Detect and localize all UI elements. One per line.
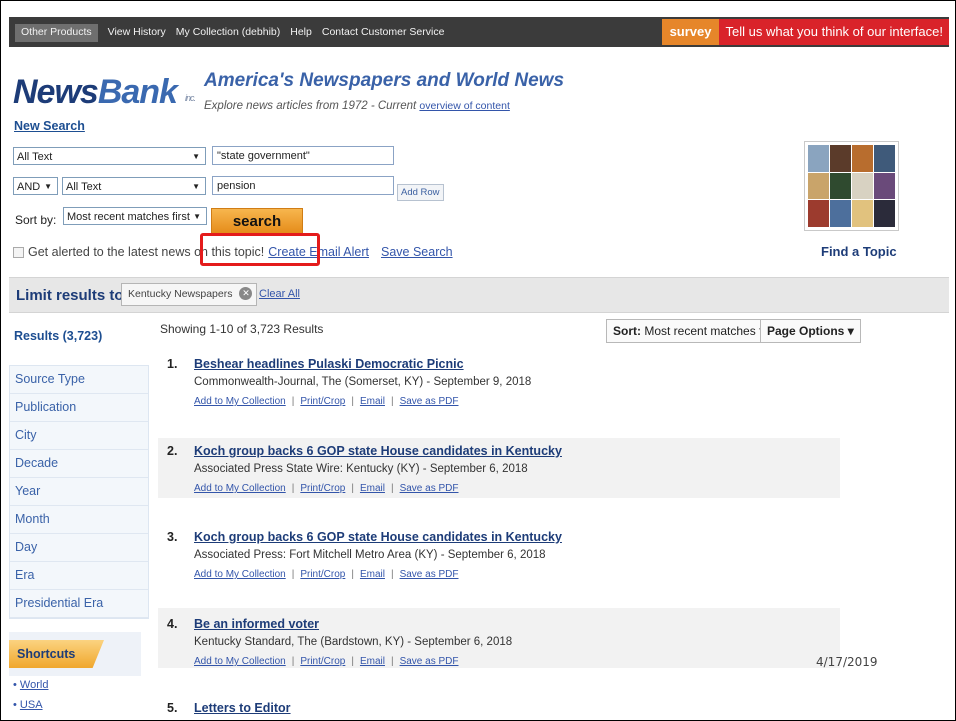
remove-filter-icon[interactable]: ✕ <box>239 287 253 300</box>
print-crop-link[interactable]: Print/Crop <box>300 569 345 580</box>
add-to-collection-link[interactable]: Add to My Collection <box>194 656 286 667</box>
new-search-link[interactable]: New Search <box>14 119 85 133</box>
email-link[interactable]: Email <box>360 569 385 580</box>
add-to-collection-link[interactable]: Add to My Collection <box>194 396 286 407</box>
result-source: Kentucky Standard, The (Bardstown, KY) -… <box>194 636 513 648</box>
sort-by-label: Sort by: <box>15 213 57 227</box>
save-pdf-link[interactable]: Save as PDF <box>400 483 459 494</box>
print-crop-link[interactable]: Print/Crop <box>300 396 345 407</box>
facet-day[interactable]: Day <box>10 534 148 562</box>
dropdown-arrow-icon: ▼ <box>192 152 200 161</box>
survey-message[interactable]: Tell us what you think of our interface! <box>719 19 949 45</box>
facet-publication[interactable]: Publication <box>10 394 148 422</box>
dropdown-arrow-icon: ▾ <box>847 324 854 338</box>
nav-other-products[interactable]: Other Products <box>15 24 98 42</box>
row1-search-input[interactable]: "state government" <box>212 146 394 165</box>
save-pdf-link[interactable]: Save as PDF <box>400 569 459 580</box>
print-crop-link[interactable]: Print/Crop <box>300 483 345 494</box>
nav-help[interactable]: Help <box>290 26 312 42</box>
facet-month[interactable]: Month <box>10 506 148 534</box>
facet-presidential-era[interactable]: Presidential Era <box>10 590 148 618</box>
save-pdf-link[interactable]: Save as PDF <box>400 396 459 407</box>
result-title-link[interactable]: Beshear headlines Pulaski Democratic Pic… <box>194 357 464 371</box>
nav-my-collection[interactable]: My Collection (debhib) <box>176 26 280 42</box>
result-actions: Add to My Collection | Print/Crop | Email | Sa… <box>194 569 459 580</box>
filter-chip: Kentucky Newspapers ✕ <box>121 283 258 306</box>
result-title-link[interactable]: Koch group backs 6 GOP state House candi… <box>194 444 562 458</box>
product-subtitle: Explore news articles from 1972 - Curren… <box>204 100 510 112</box>
newsbank-logo[interactable]: NewsBank inc. <box>13 73 196 112</box>
shortcuts-panel: Shortcuts <box>9 632 141 676</box>
showing-results-text: Showing 1-10 of 3,723 Results <box>160 322 324 336</box>
highlight-box <box>200 233 320 266</box>
shortcut-usa[interactable]: • USA <box>13 699 48 719</box>
row2-field-select[interactable]: All Text ▼ <box>62 177 206 195</box>
find-topic-label[interactable]: Find a Topic <box>821 244 897 259</box>
survey-banner[interactable]: survey Tell us what you think of our int… <box>661 19 949 45</box>
facet-era[interactable]: Era <box>10 562 148 590</box>
nav-contact[interactable]: Contact Customer Service <box>322 26 445 42</box>
find-topic-image[interactable] <box>804 141 899 231</box>
result-title-link[interactable]: Koch group backs 6 GOP state House candi… <box>194 530 562 544</box>
result-item: 1. Beshear headlines Pulaski Democratic … <box>167 357 532 407</box>
page-options-dropdown[interactable]: Page Options ▾ <box>760 319 861 343</box>
result-item: 4. Be an informed voter Kentucky Standar… <box>158 608 840 668</box>
add-row-button[interactable]: Add Row <box>397 184 444 201</box>
email-link[interactable]: Email <box>360 396 385 407</box>
survey-tag[interactable]: survey <box>661 19 720 45</box>
results-count: Results (3,723) <box>14 329 103 343</box>
print-crop-link[interactable]: Print/Crop <box>300 656 345 667</box>
dropdown-arrow-icon: ▼ <box>192 182 200 191</box>
top-nav: Other Products View History My Collectio… <box>9 17 949 47</box>
result-item: 3. Koch group backs 6 GOP state House ca… <box>167 530 562 580</box>
result-actions: Add to My Collection | Print/Crop | Email | Sa… <box>194 483 459 494</box>
shortcut-links: • World • USA <box>13 679 48 719</box>
clear-all-link[interactable]: Clear All <box>259 288 300 300</box>
result-source: Commonwealth-Journal, The (Somerset, KY)… <box>194 376 532 388</box>
result-actions: Add to My Collection | Print/Crop | Email | Sa… <box>194 396 459 407</box>
row2-operator-select[interactable]: AND ▼ <box>13 177 58 195</box>
facet-year[interactable]: Year <box>10 478 148 506</box>
dropdown-arrow-icon: ▼ <box>193 212 201 221</box>
email-link[interactable]: Email <box>360 656 385 667</box>
app-frame: Other Products View History My Collectio… <box>0 0 956 721</box>
result-item: 5. Letters to Editor <box>167 701 291 715</box>
slide-date: 4/17/2019 <box>816 655 878 669</box>
save-pdf-link[interactable]: Save as PDF <box>400 656 459 667</box>
result-title-link[interactable]: Letters to Editor <box>194 701 291 715</box>
email-envelope-icon <box>13 246 24 258</box>
facet-decade[interactable]: Decade <box>10 450 148 478</box>
email-link[interactable]: Email <box>360 483 385 494</box>
row1-field-select[interactable]: All Text ▼ <box>13 147 206 165</box>
result-item: 2. Koch group backs 6 GOP state House ca… <box>158 438 840 498</box>
overview-link[interactable]: overview of content <box>419 100 509 112</box>
nav-view-history[interactable]: View History <box>108 26 166 42</box>
product-title: America's Newspapers and World News <box>204 70 565 91</box>
row2-search-input[interactable]: pension <box>212 176 394 195</box>
result-source: Associated Press: Fort Mitchell Metro Ar… <box>194 549 546 561</box>
shortcuts-tab[interactable]: Shortcuts <box>9 640 104 668</box>
limit-results-bar: Limit results to: Kentucky Newspapers ✕ … <box>9 277 949 313</box>
sort-by-select[interactable]: Most recent matches first ▼ <box>63 207 207 225</box>
dropdown-arrow-icon: ▼ <box>44 182 52 191</box>
facet-city[interactable]: City <box>10 422 148 450</box>
result-title-link[interactable]: Be an informed voter <box>194 617 319 631</box>
add-to-collection-link[interactable]: Add to My Collection <box>194 569 286 580</box>
facet-list: Source Type Publication City Decade Year… <box>9 365 149 619</box>
result-actions: Add to My Collection | Print/Crop | Email | Sa… <box>194 656 459 667</box>
shortcut-world[interactable]: • World <box>13 679 48 699</box>
result-source: Associated Press State Wire: Kentucky (K… <box>194 463 528 475</box>
add-to-collection-link[interactable]: Add to My Collection <box>194 483 286 494</box>
save-search-link[interactable]: Save Search <box>381 245 453 259</box>
facet-source-type[interactable]: Source Type <box>10 366 148 394</box>
search-button[interactable]: search <box>211 208 303 234</box>
limit-label: Limit results to: <box>16 287 129 304</box>
sidebar: Results (3,723) Source Type Publication … <box>9 319 149 619</box>
